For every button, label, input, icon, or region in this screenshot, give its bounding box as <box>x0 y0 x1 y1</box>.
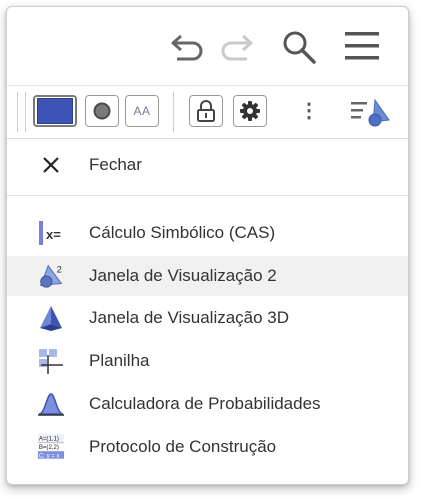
menu-divider <box>7 195 408 196</box>
menu-item-construction-protocol[interactable]: A=(1,1) B=(2,2) C: y = x Protocolo de Co… <box>7 427 408 467</box>
menu-item-probability[interactable]: Calculadora de Probabilidades <box>7 384 408 424</box>
spreadsheet-icon <box>37 347 65 375</box>
menu-item-label: Janela de Visualização 3D <box>89 308 290 327</box>
svg-text:A=(1,1): A=(1,1) <box>39 436 59 442</box>
undo-icon[interactable] <box>167 29 207 63</box>
graphics3d-icon <box>37 304 65 332</box>
menu-item-spreadsheet[interactable]: Planilha <box>7 341 408 381</box>
toolbar-separator-left-2 <box>25 92 26 132</box>
point-style-button[interactable] <box>85 95 119 127</box>
style-toolbar: AA ⋮ <box>7 85 408 139</box>
point-style-icon <box>93 102 111 120</box>
menu-item-label: Cálculo Simbólico (CAS) <box>89 223 276 242</box>
menu-item-label: Planilha <box>89 351 150 370</box>
more-options-icon[interactable]: ⋮ <box>299 98 319 123</box>
view-graphics-toggle-icon[interactable] <box>349 96 391 128</box>
probability-icon <box>37 390 65 418</box>
graphics-view-panel: AA ⋮ Fechar x= Cálculo Simbólico (CAS) 2… <box>6 6 409 485</box>
settings-button[interactable] <box>233 95 267 127</box>
svg-text:x=: x= <box>46 227 61 242</box>
redo-icon[interactable] <box>217 29 257 63</box>
menu-item-graphics-3d[interactable]: Janela de Visualização 3D <box>7 298 408 338</box>
svg-text:B=(2,2): B=(2,2) <box>39 445 59 451</box>
construction-protocol-icon: A=(1,1) B=(2,2) C: y = x <box>37 433 65 461</box>
menu-item-label: Protocolo de Construção <box>89 437 277 456</box>
svg-text:2: 2 <box>57 264 62 274</box>
menu-item-label: Calculadora de Probabilidades <box>89 394 321 413</box>
color-swatch <box>37 98 73 124</box>
toolbar-separator <box>173 92 174 132</box>
lock-button[interactable] <box>189 95 223 127</box>
search-icon[interactable] <box>279 27 319 67</box>
font-size-label: AA <box>133 104 151 118</box>
color-button[interactable] <box>33 95 77 127</box>
graphics2-icon: 2 <box>37 262 65 290</box>
menu-item-label: Janela de Visualização 2 <box>89 266 277 285</box>
svg-text:C: y = x: C: y = x <box>39 453 60 459</box>
gear-icon <box>240 101 260 121</box>
cas-icon: x= <box>37 219 65 247</box>
lock-icon <box>197 100 215 122</box>
menu-item-graphics-2[interactable]: 2 Janela de Visualização 2 <box>7 256 408 296</box>
font-size-button[interactable]: AA <box>125 95 159 127</box>
top-bar <box>7 7 408 81</box>
close-icon <box>37 151 65 179</box>
close-menu-item[interactable]: Fechar <box>7 145 408 185</box>
menu-item-cas[interactable]: x= Cálculo Simbólico (CAS) <box>7 213 408 253</box>
toolbar-separator-left <box>17 92 18 132</box>
close-label: Fechar <box>89 155 142 174</box>
hamburger-menu-icon[interactable] <box>343 29 383 63</box>
